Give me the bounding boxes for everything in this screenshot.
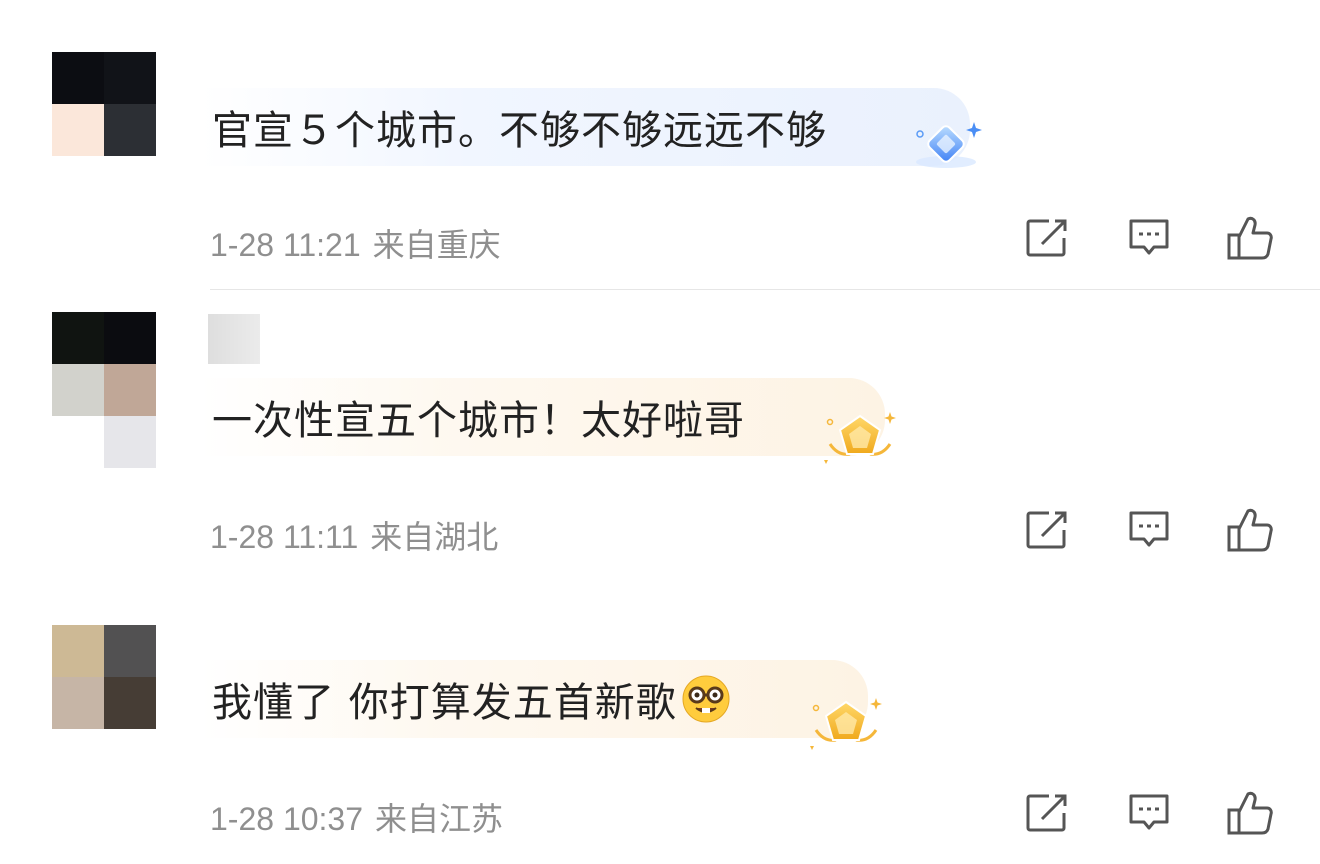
comment-bubble[interactable]: 官宣５个城市。不够不够远远不够 (200, 88, 970, 166)
divider (210, 289, 1320, 290)
avatar[interactable] (52, 312, 156, 468)
repost-button[interactable] (1021, 787, 1073, 839)
gold-pentagon-badge-icon (810, 698, 882, 750)
comment-button[interactable] (1123, 212, 1175, 264)
comment-text: 一次性宣五个城市！太好啦哥 (212, 398, 745, 444)
comment-text: 我懂了 你打算发五首新歌 (212, 680, 677, 726)
comment-location: 来自江苏 (375, 801, 504, 837)
comment-icon (1129, 511, 1169, 547)
avatar[interactable] (52, 52, 156, 156)
comment-bubble[interactable]: 我懂了 你打算发五首新歌 (200, 660, 868, 738)
nerd-face-emoji-icon (682, 675, 730, 723)
blue-diamond-badge-icon (916, 122, 982, 168)
repost-button[interactable] (1021, 504, 1073, 556)
comment-time: 1-28 11:21 (210, 227, 361, 263)
comment-location: 来自湖北 (370, 519, 499, 555)
like-button[interactable] (1224, 504, 1276, 556)
like-icon (1227, 791, 1273, 835)
like-button[interactable] (1224, 787, 1276, 839)
like-icon (1227, 216, 1273, 260)
like-button[interactable] (1224, 212, 1276, 264)
gold-pentagon-badge-icon (824, 412, 896, 464)
comment-button[interactable] (1123, 504, 1175, 556)
comment-icon (1129, 794, 1169, 830)
comment-meta: 1-28 11:21 来自重庆 (210, 220, 501, 266)
comment-time: 1-28 10:37 (210, 801, 364, 837)
comment-icon (1129, 219, 1169, 255)
like-icon (1227, 508, 1273, 552)
username-blurred (208, 314, 260, 364)
comment-meta: 1-28 11:11 来自湖北 (210, 512, 498, 558)
comment-location: 来自重庆 (372, 227, 501, 263)
comment-button[interactable] (1123, 787, 1175, 839)
comment-bubble[interactable]: 一次性宣五个城市！太好啦哥 (200, 378, 885, 456)
comment-meta: 1-28 10:37 来自江苏 (210, 794, 503, 840)
comment-text: 官宣５个城市。不够不够远远不够 (212, 108, 827, 154)
comment-time: 1-28 11:11 (210, 519, 359, 555)
repost-icon (1026, 219, 1067, 257)
repost-icon (1026, 511, 1067, 549)
repost-button[interactable] (1021, 212, 1073, 264)
repost-icon (1026, 794, 1067, 832)
avatar[interactable] (52, 625, 156, 729)
